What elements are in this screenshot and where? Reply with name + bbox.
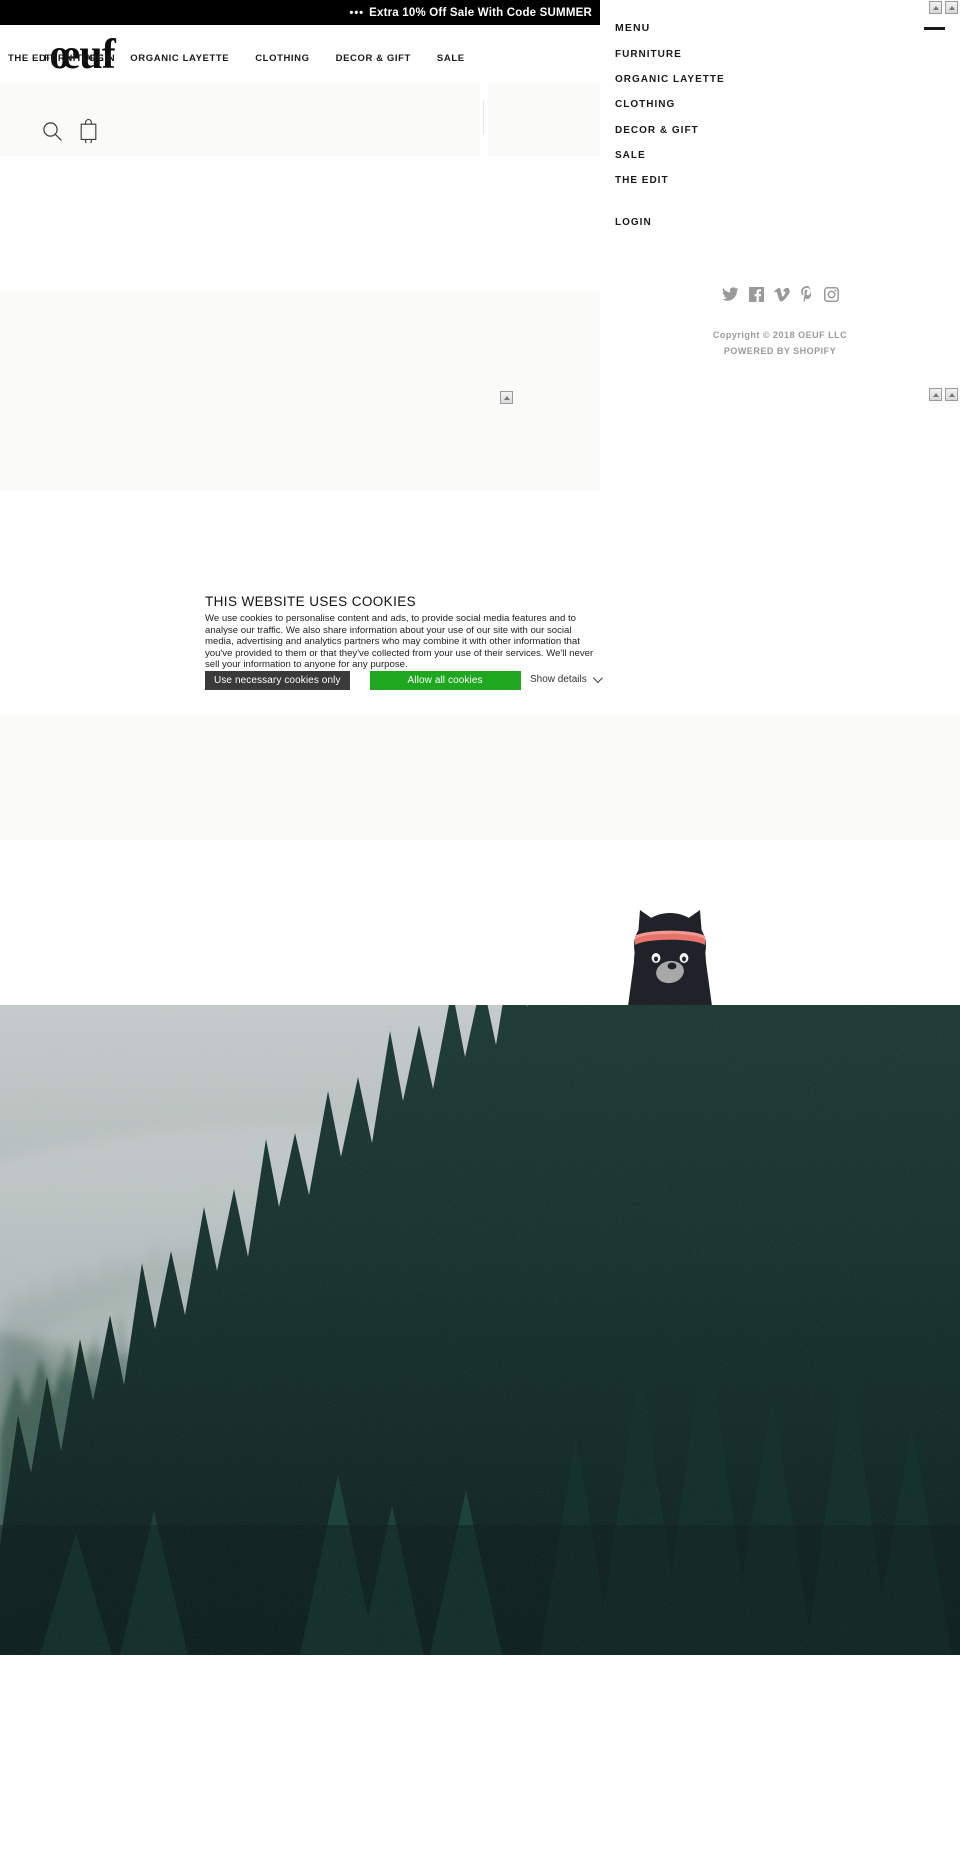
- secondary-navbar: [488, 82, 600, 156]
- drawer-item-sale[interactable]: SALE: [615, 150, 945, 161]
- cookie-title: THIS WEBSITE USES COOKIES: [205, 594, 417, 609]
- cookie-actions: Use necessary cookies only Allow all coo…: [205, 671, 521, 690]
- show-details-toggle[interactable]: Show details: [530, 673, 603, 685]
- bear-illustration: [614, 884, 726, 1006]
- facebook-icon[interactable]: [748, 286, 764, 307]
- cookie-description: We use cookies to personalise content an…: [205, 613, 594, 671]
- page-root: ••• Extra 10% Off Sale With Code SUMMER …: [0, 0, 960, 1875]
- nav-divider: [483, 101, 484, 134]
- nav-item-decor-gift[interactable]: DECOR & GIFT: [336, 53, 411, 64]
- drawer-title: MENU: [615, 22, 651, 34]
- cookie-text-block: THIS WEBSITE USES COOKIES We use cookies…: [205, 594, 765, 671]
- powered-by-link[interactable]: POWERED BY SHOPIFY: [600, 343, 960, 359]
- use-necessary-cookies-button[interactable]: Use necessary cookies only: [205, 671, 350, 690]
- window-control-icon-1[interactable]: [929, 1, 942, 14]
- page-footer-space: [0, 1655, 960, 1875]
- search-icon[interactable]: [42, 121, 63, 147]
- nav-item-login[interactable]: LOGIN: [82, 53, 115, 64]
- window-control-icon-3[interactable]: [929, 388, 942, 401]
- instagram-icon[interactable]: [823, 286, 839, 307]
- drawer-item-clothing[interactable]: CLOTHING: [615, 100, 945, 110]
- announcement-dots: •••: [349, 6, 365, 19]
- twitter-icon[interactable]: [721, 286, 739, 307]
- secondary-nav: THE EDIT LOGIN: [8, 53, 115, 64]
- cookie-consent-banner: THIS WEBSITE USES COOKIES We use cookies…: [0, 586, 960, 714]
- nav-item-the-edit[interactable]: THE EDIT: [8, 53, 56, 64]
- announcement-bar[interactable]: ••• Extra 10% Off Sale With Code SUMMER: [0, 0, 600, 25]
- cart-icon[interactable]: [79, 119, 98, 148]
- chevron-down-icon: [592, 673, 603, 684]
- drawer-item-furniture[interactable]: FURNITURE: [615, 50, 945, 60]
- hero-forest-image: [0, 1005, 960, 1655]
- nav-item-clothing[interactable]: CLOTHING: [255, 53, 309, 64]
- copyright-text: Copyright © 2018 OEUF LLC: [712, 330, 848, 340]
- window-control-icon-4[interactable]: [945, 388, 958, 401]
- menu-drawer: MENU FURNITURE ORGANIC LAYETTE CLOTHING …: [600, 0, 960, 480]
- drawer-footer: Copyright © 2018 OEUF LLC POWERED BY SHO…: [600, 327, 960, 359]
- nav-item-organic-layette[interactable]: ORGANIC LAYETTE: [130, 53, 229, 64]
- drawer-item-the-edit[interactable]: THE EDIT: [615, 175, 945, 186]
- window-control-icon-5[interactable]: [500, 391, 513, 404]
- drawer-header: MENU: [615, 22, 945, 34]
- show-details-label: Show details: [530, 674, 587, 685]
- pinterest-icon[interactable]: [800, 286, 814, 307]
- drawer-nav: FURNITURE ORGANIC LAYETTE CLOTHING DECOR…: [615, 50, 945, 243]
- drawer-item-organic-layette[interactable]: ORGANIC LAYETTE: [615, 75, 945, 85]
- vimeo-icon[interactable]: [773, 287, 790, 307]
- allow-all-cookies-button[interactable]: Allow all cookies: [369, 671, 521, 690]
- close-icon[interactable]: [924, 26, 945, 30]
- drawer-item-login[interactable]: LOGIN: [615, 217, 945, 228]
- announcement-text: Extra 10% Off Sale With Code SUMMER: [369, 6, 592, 19]
- nav-icon-row: [42, 119, 98, 148]
- page-background-panel-left: [0, 290, 600, 490]
- nav-item-sale[interactable]: SALE: [437, 53, 465, 64]
- social-links: [600, 286, 960, 307]
- window-control-icon-2[interactable]: [945, 1, 958, 14]
- drawer-item-decor-gift[interactable]: DECOR & GIFT: [615, 125, 945, 136]
